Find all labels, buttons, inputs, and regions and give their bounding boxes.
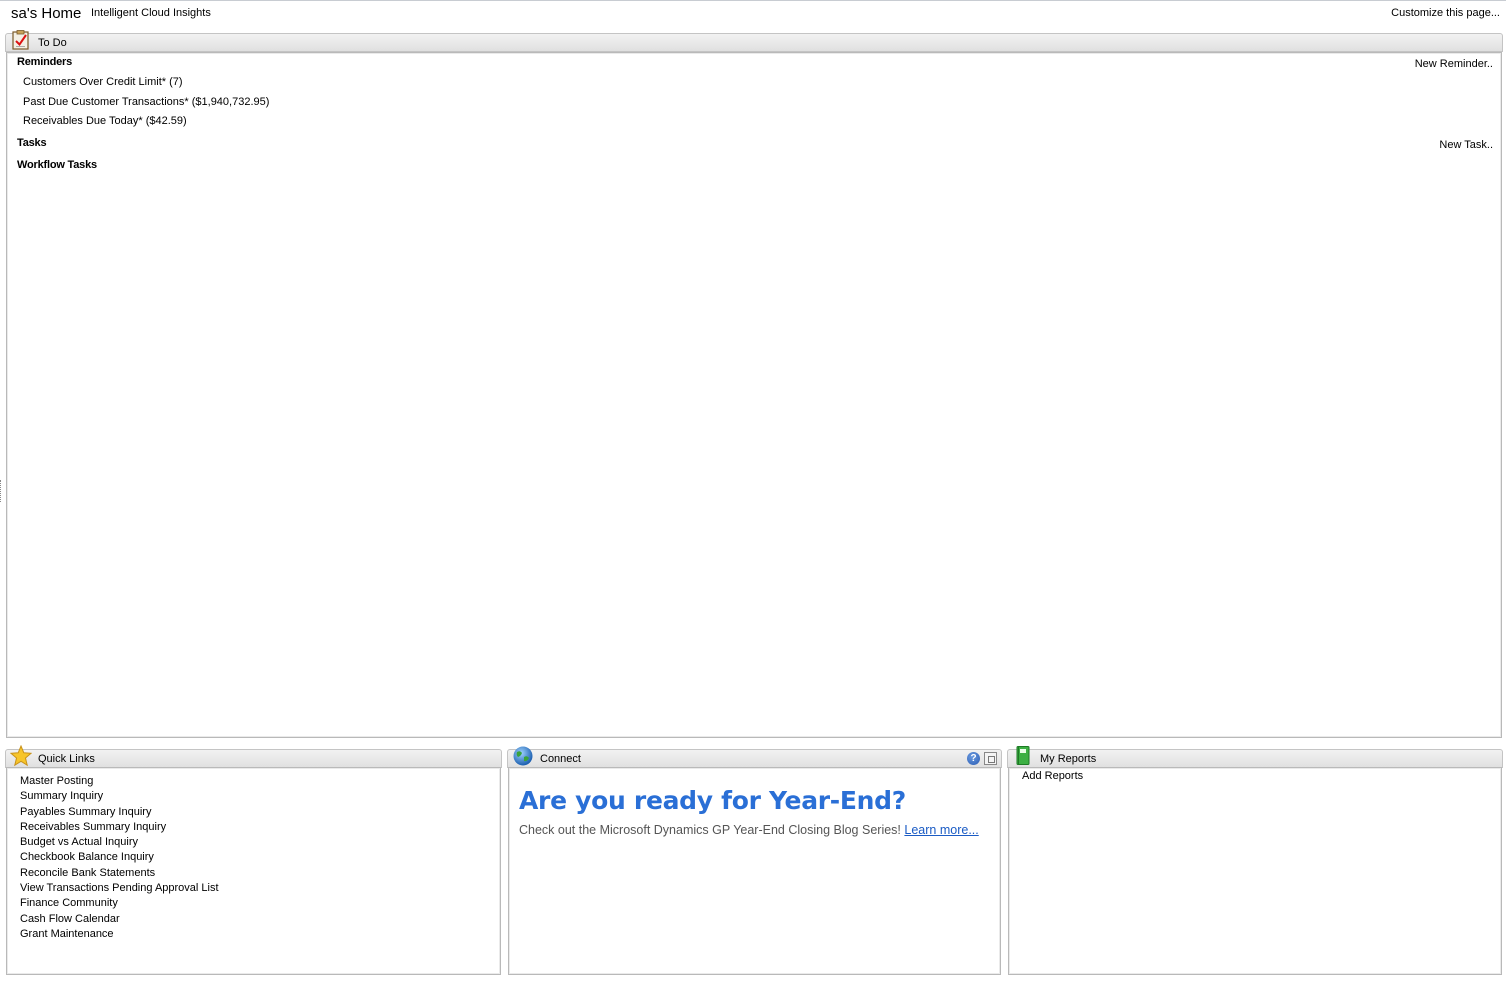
connect-description-text: Check out the Microsoft Dynamics GP Year… xyxy=(519,823,901,837)
reminder-item[interactable]: Customers Over Credit Limit* (7) xyxy=(23,76,183,88)
connect-title: Connect xyxy=(540,753,581,765)
globe-icon xyxy=(513,746,533,766)
connect-panel-body: Are you ready for Year-End? Check out th… xyxy=(508,767,1001,975)
quick-links-panel-header: Quick Links xyxy=(5,745,502,768)
tasks-heading: Tasks xyxy=(17,137,47,149)
expand-button[interactable] xyxy=(984,752,997,765)
connect-description: Check out the Microsoft Dynamics GP Year… xyxy=(519,823,979,837)
help-button[interactable]: ? xyxy=(967,752,980,765)
clipboard-check-icon xyxy=(12,30,29,50)
workflow-tasks-heading: Workflow Tasks xyxy=(17,159,97,171)
quick-link-item[interactable]: Reconcile Bank Statements xyxy=(20,866,219,881)
customize-page-link[interactable]: Customize this page... xyxy=(1391,7,1500,19)
my-reports-panel-body: Add Reports xyxy=(1008,767,1502,975)
quick-link-item[interactable]: Payables Summary Inquiry xyxy=(20,805,219,820)
reminder-item[interactable]: Receivables Due Today* ($42.59) xyxy=(23,115,187,127)
quick-link-item[interactable]: Budget vs Actual Inquiry xyxy=(20,835,219,850)
green-book-icon xyxy=(1016,746,1030,765)
connect-panel-header: Connect ? xyxy=(507,746,1002,768)
intelligent-cloud-insights-link[interactable]: Intelligent Cloud Insights xyxy=(91,7,211,19)
quick-link-item[interactable]: View Transactions Pending Approval List xyxy=(20,881,219,896)
quick-link-item[interactable]: Receivables Summary Inquiry xyxy=(20,820,219,835)
star-icon xyxy=(10,745,32,767)
quick-link-item[interactable]: Cash Flow Calendar xyxy=(20,912,219,927)
connect-headline: Are you ready for Year-End? xyxy=(519,786,906,815)
quick-link-item[interactable]: Grant Maintenance xyxy=(20,927,219,942)
add-reports-link[interactable]: Add Reports xyxy=(1022,770,1083,782)
new-task-link[interactable]: New Task.. xyxy=(1439,139,1493,151)
quick-links-panel-body: Master Posting Summary Inquiry Payables … xyxy=(6,767,501,975)
learn-more-link[interactable]: Learn more... xyxy=(904,823,978,837)
page-header: sa's Home Intelligent Cloud Insights Cus… xyxy=(0,0,1506,30)
my-reports-panel-header: My Reports xyxy=(1007,746,1503,768)
page-title: sa's Home xyxy=(11,5,82,22)
reminders-heading: Reminders xyxy=(17,56,73,68)
quick-link-item[interactable]: Summary Inquiry xyxy=(20,789,219,804)
quick-link-item[interactable]: Checkbook Balance Inquiry xyxy=(20,850,219,865)
todo-panel-header: To Do xyxy=(5,30,1503,52)
quick-link-item[interactable]: Master Posting xyxy=(20,774,219,789)
todo-title: To Do xyxy=(38,37,67,49)
splitter-grip[interactable] xyxy=(0,480,4,502)
quick-links-list: Master Posting Summary Inquiry Payables … xyxy=(20,774,219,942)
my-reports-title: My Reports xyxy=(1040,753,1097,765)
new-reminder-link[interactable]: New Reminder.. xyxy=(1415,58,1493,70)
todo-panel-body: Reminders New Reminder.. Customers Over … xyxy=(6,52,1502,738)
quick-links-title: Quick Links xyxy=(38,753,95,765)
reminder-item[interactable]: Past Due Customer Transactions* ($1,940,… xyxy=(23,96,269,108)
quick-link-item[interactable]: Finance Community xyxy=(20,896,219,911)
